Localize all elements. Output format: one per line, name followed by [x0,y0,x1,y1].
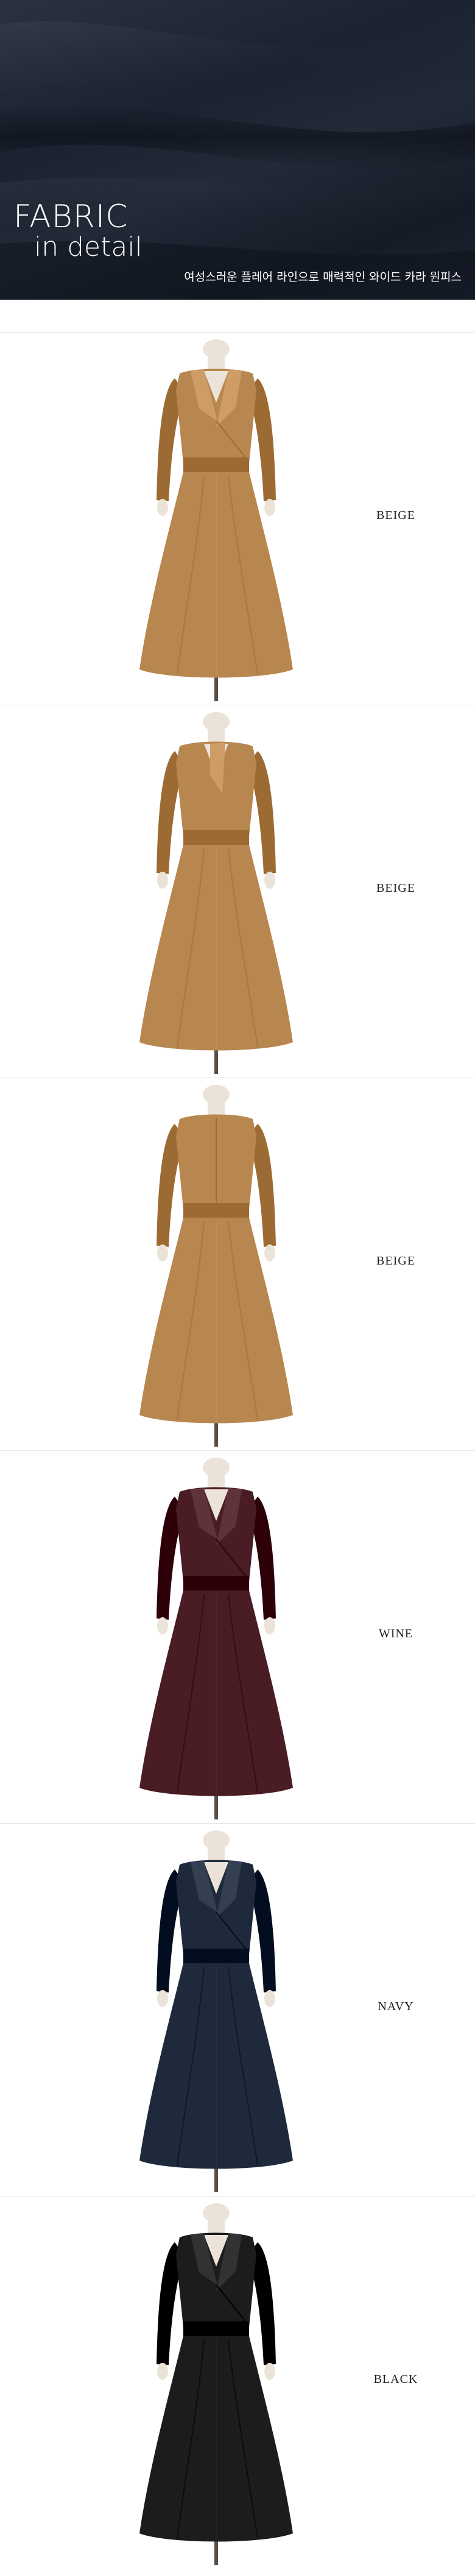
color-label: WINE [378,1627,413,1640]
fabric-title-line1: FABRIC [13,199,128,235]
waistband [183,2321,249,2337]
mannequin-stand [214,1422,218,1447]
color-row-black: BLACK [0,2196,475,2569]
color-label: NAVY [378,2000,414,2013]
dress-photo [139,339,293,701]
fabric-title: FABRIC in detail [13,201,142,261]
mannequin-stand [214,1050,218,1074]
waistband [183,830,249,846]
color-label: BEIGE [376,1254,415,1268]
dress-photo [139,1085,293,1447]
fabric-banner: FABRIC in detail 여성스러운 플레어 라인으로 매력적인 와이드… [0,0,475,300]
dress-photo [139,1830,293,2192]
mannequin-stand [214,1795,218,1819]
left-hand [157,1244,168,1262]
right-hand [264,1244,275,1262]
dress-photo [139,2203,293,2565]
color-row-beige-back: BEIGE [0,1078,475,1450]
fabric-title-line2: in detail [34,231,142,263]
left-hand [157,1617,168,1634]
color-row-wine: WINE [0,1450,475,1823]
divider [0,1450,475,1451]
left-hand [157,872,168,889]
color-label: BLACK [373,2373,418,2386]
color-row-beige-front: BEIGE [0,332,475,705]
divider [0,332,475,333]
mannequin-stand [214,677,218,701]
waistband [183,1203,249,1219]
right-hand [264,2363,275,2380]
color-row-navy: NAVY [0,1823,475,2196]
mannequin-stand [214,2541,218,2565]
color-row-beige-side: BEIGE [0,705,475,1078]
waistband [183,457,249,473]
color-label: BEIGE [376,509,415,522]
waistband [183,1949,249,1964]
waistband [183,1576,249,1592]
right-hand [264,1617,275,1634]
divider [0,2196,475,2197]
dress-photo [139,712,293,1074]
dress-photo [139,1458,293,1819]
left-hand [157,1990,168,2007]
left-hand [157,499,168,516]
fabric-caption: 여성스러운 플레어 라인으로 매력적인 와이드 카라 원피스 [184,270,462,284]
color-label: BEIGE [376,881,415,895]
right-hand [264,1990,275,2007]
divider [0,1823,475,1824]
right-hand [264,499,275,516]
mannequin-stand [214,2168,218,2192]
right-hand [264,872,275,889]
left-hand [157,2363,168,2380]
